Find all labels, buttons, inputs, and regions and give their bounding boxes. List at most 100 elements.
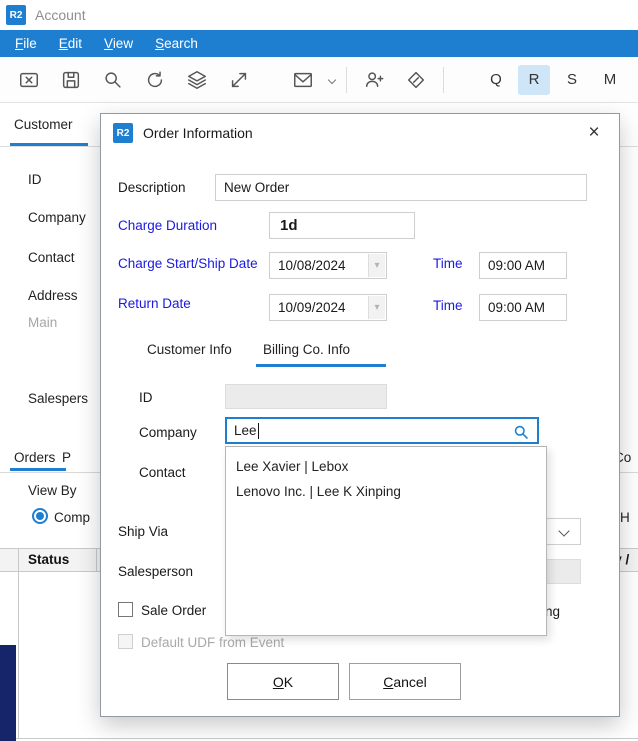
mail-dropdown[interactable]	[324, 77, 340, 83]
ship-via-label: Ship Via	[118, 524, 168, 539]
suggestion-item[interactable]: Lee Xavier | Lebox	[226, 454, 546, 479]
layers-button[interactable]	[176, 61, 218, 99]
comp-radio-label: Comp	[54, 510, 90, 525]
menu-file[interactable]: File	[4, 32, 48, 55]
id-label: ID	[139, 390, 153, 405]
toolbar-r-button[interactable]: R	[518, 65, 550, 95]
date-dropdown-icon[interactable]: ▾	[368, 254, 385, 277]
mail-button[interactable]	[282, 61, 324, 99]
toolbar-q-button[interactable]: Q	[480, 65, 512, 95]
bg-address-label: Address	[28, 288, 78, 303]
add-contact-icon	[362, 69, 386, 91]
menu-edit[interactable]: Edit	[48, 32, 93, 55]
time-label-2[interactable]: Time	[433, 298, 463, 313]
layers-icon	[186, 69, 208, 91]
toolbar-separator	[346, 67, 347, 93]
save-button[interactable]	[50, 61, 92, 99]
add-contact-button[interactable]	[353, 61, 395, 99]
time-value-1: 09:00 AM	[488, 258, 545, 273]
sale-order-label: Sale Order	[141, 603, 206, 618]
cancel-button-label: Cancel	[383, 674, 427, 690]
save-icon	[60, 69, 82, 91]
id-field	[225, 384, 387, 409]
toolbar-separator	[443, 67, 444, 93]
radio-dot	[36, 512, 44, 520]
dialog-r2-icon: R2	[113, 123, 133, 143]
dialog-titlebar: R2 Order Information	[101, 114, 619, 152]
bg-company-label: Company	[28, 210, 86, 225]
tab-orders-underline	[10, 468, 66, 471]
app-logo-icon: R2	[6, 5, 26, 25]
company-field[interactable]: Lee	[225, 417, 539, 444]
ok-button-label: OK	[273, 674, 293, 690]
menu-search[interactable]: Search	[144, 32, 209, 55]
tag-icon	[404, 69, 428, 91]
bg-salesperson-label: Salespers	[28, 391, 88, 406]
toolbar-m-button[interactable]: M	[594, 65, 626, 95]
time-field-1[interactable]: 09:00 AM	[479, 252, 567, 279]
menu-bar: File Edit View Search	[0, 30, 638, 57]
contact-label: Contact	[139, 465, 186, 480]
close-icon[interactable]: ×	[583, 122, 605, 144]
charge-duration-value: 1d	[280, 217, 298, 234]
tab-orders[interactable]: Orders	[14, 450, 55, 465]
suggestion-item[interactable]: Lenovo Inc. | Lee K Xinping	[226, 479, 546, 504]
charge-start-date-field[interactable]: 10/08/2024 ▾	[269, 252, 387, 279]
salesperson-label: Salesperson	[118, 564, 193, 579]
default-udf-checkbox	[118, 634, 133, 649]
tag-button[interactable]	[395, 61, 437, 99]
company-suggestion-list: Lee Xavier | Lebox Lenovo Inc. | Lee K X…	[225, 446, 547, 636]
tab-customer-underline	[10, 143, 88, 146]
chevron-down-icon	[558, 525, 569, 536]
charge-start-label[interactable]: Charge Start/Ship Date	[118, 256, 258, 271]
status-column-header[interactable]: Status	[28, 552, 69, 567]
dialog-title: Order Information	[143, 125, 253, 141]
bg-contact-label: Contact	[28, 250, 75, 265]
refresh-icon	[144, 69, 166, 91]
description-label: Description	[118, 180, 186, 195]
charge-duration-label[interactable]: Charge Duration	[118, 218, 217, 233]
grid-column-border	[96, 548, 97, 572]
text-caret	[258, 423, 259, 439]
refresh-button[interactable]	[134, 61, 176, 99]
company-value: Lee	[234, 423, 257, 438]
order-information-dialog: R2 Order Information × Description New O…	[100, 113, 620, 717]
export-icon	[18, 69, 40, 91]
ok-button[interactable]: OK	[227, 663, 339, 700]
chevron-down-icon	[328, 75, 336, 83]
description-field[interactable]: New Order	[215, 174, 587, 201]
charge-start-date-value: 10/08/2024	[278, 258, 346, 273]
mail-icon	[291, 69, 315, 91]
return-date-value: 10/09/2024	[278, 300, 346, 315]
bg-address-value: Main	[28, 315, 57, 330]
expand-button[interactable]	[218, 61, 260, 99]
company-radio[interactable]	[32, 508, 48, 524]
navy-panel	[0, 645, 16, 741]
charge-duration-field[interactable]: 1d	[269, 212, 415, 239]
export-button[interactable]	[8, 61, 50, 99]
expand-icon	[228, 69, 250, 91]
search-icon	[102, 69, 124, 91]
cancel-button[interactable]: Cancel	[349, 663, 461, 700]
h-checkbox-label: H	[620, 510, 630, 525]
return-date-label[interactable]: Return Date	[118, 296, 191, 311]
window-bottom-border	[0, 738, 638, 739]
tab-customer-info[interactable]: Customer Info	[147, 342, 232, 357]
tab-customer[interactable]: Customer	[14, 117, 73, 132]
grid-left-border	[18, 548, 19, 738]
return-date-field[interactable]: 10/09/2024 ▾	[269, 294, 387, 321]
toolbar-s-button[interactable]: S	[556, 65, 588, 95]
search-button[interactable]	[92, 61, 134, 99]
menu-view[interactable]: View	[93, 32, 144, 55]
description-value: New Order	[224, 180, 289, 195]
toolbar: Q R S M	[0, 57, 638, 103]
date-dropdown-icon[interactable]: ▾	[368, 296, 385, 319]
tab-p-partial[interactable]: P	[62, 450, 71, 465]
view-by-label: View By	[28, 483, 77, 498]
field-search-icon[interactable]	[513, 424, 530, 441]
sale-order-checkbox[interactable]	[118, 602, 133, 617]
tab-billing-co-info[interactable]: Billing Co. Info	[263, 342, 350, 357]
default-udf-label: Default UDF from Event	[141, 635, 284, 650]
time-field-2[interactable]: 09:00 AM	[479, 294, 567, 321]
time-label-1[interactable]: Time	[433, 256, 463, 271]
